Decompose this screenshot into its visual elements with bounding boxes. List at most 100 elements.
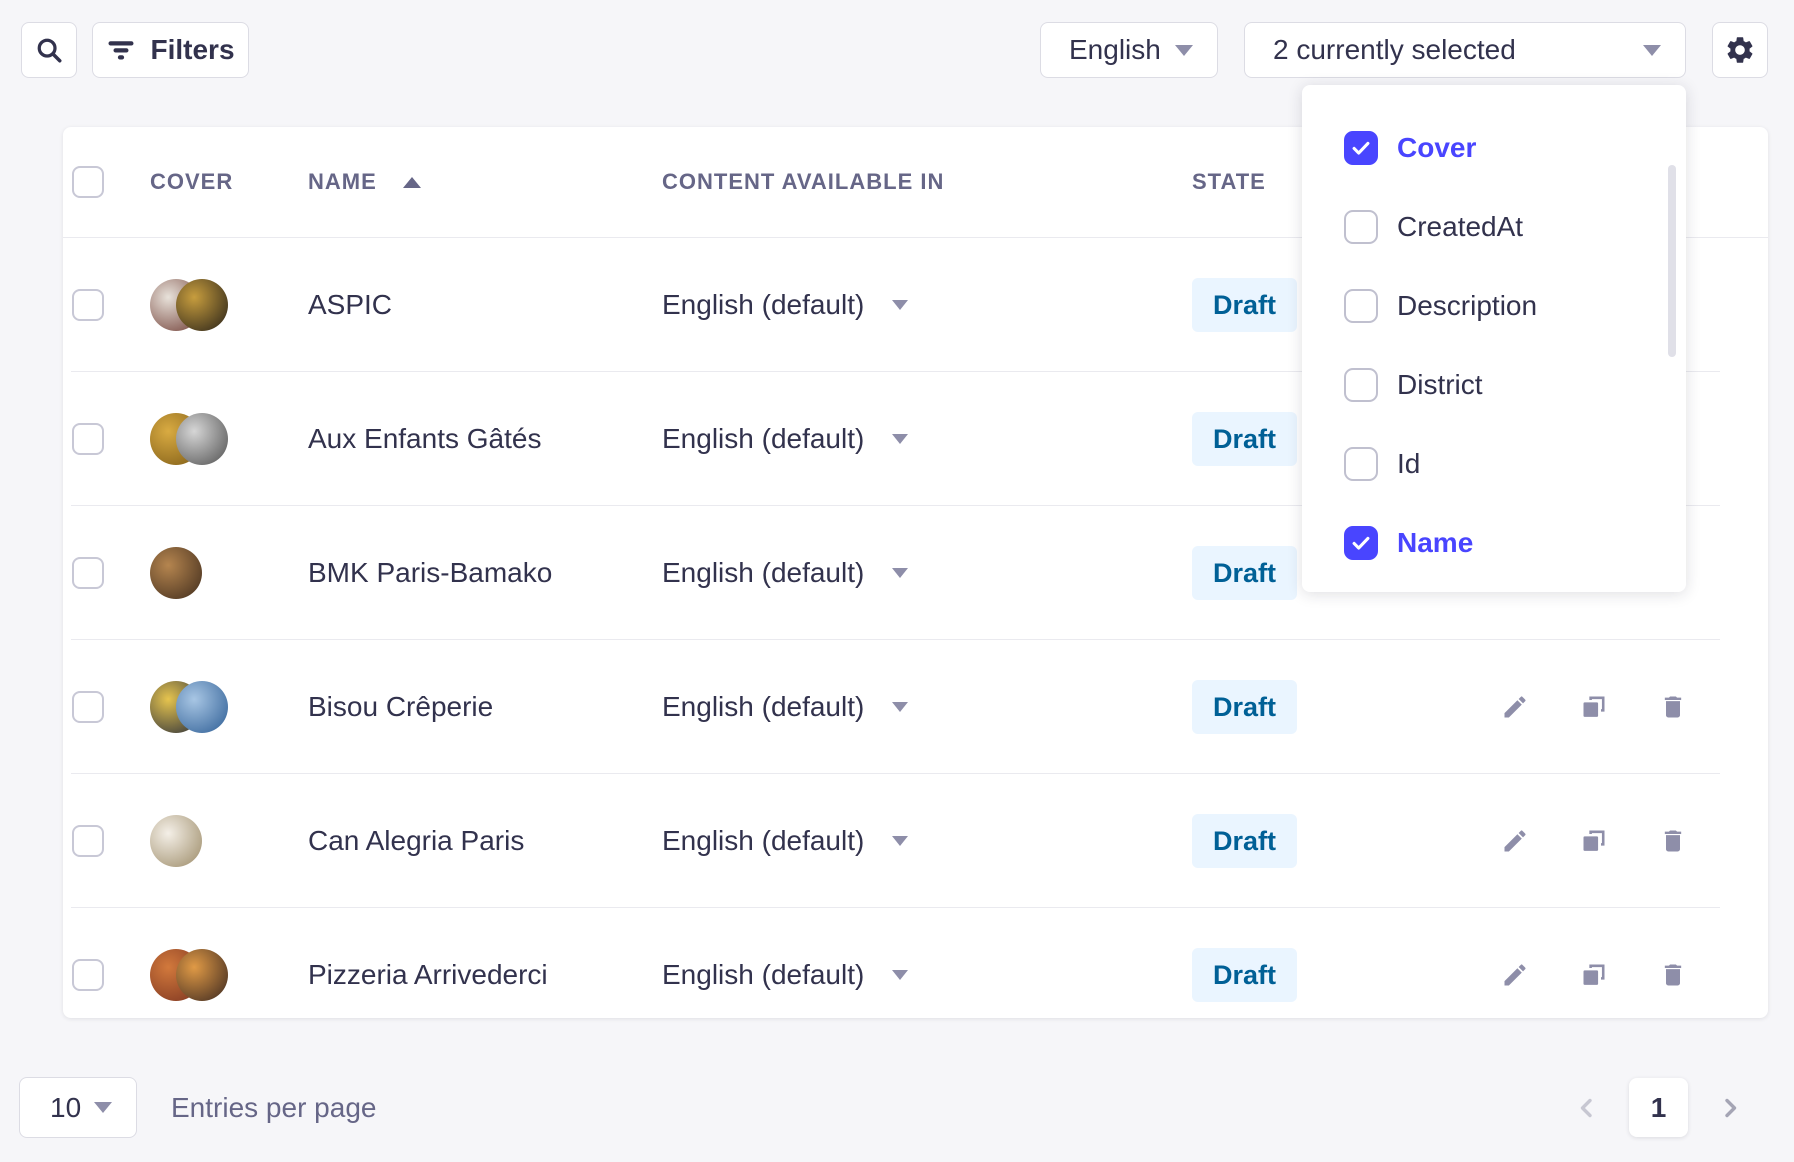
row-checkbox[interactable] xyxy=(72,289,104,321)
column-option-name[interactable]: Name xyxy=(1302,521,1686,565)
cover-avatar xyxy=(176,949,228,1001)
duplicate-icon xyxy=(1580,693,1608,721)
entry-name: BMK Paris-Bamako xyxy=(299,557,653,589)
toolbar: Filters English 2 currently selected xyxy=(0,0,1794,78)
chevron-right-icon xyxy=(1718,1096,1742,1120)
cover-cell xyxy=(141,547,299,599)
column-option-createdat[interactable]: CreatedAt xyxy=(1302,205,1686,249)
locale-cell[interactable]: English (default) xyxy=(653,825,1183,857)
checkbox xyxy=(1344,447,1378,481)
locale-cell[interactable]: English (default) xyxy=(653,959,1183,991)
delete-button[interactable] xyxy=(1658,960,1688,990)
check-icon xyxy=(1350,137,1372,159)
column-option-label: Cover xyxy=(1397,132,1476,164)
search-button[interactable] xyxy=(21,22,77,78)
column-option-label: CreatedAt xyxy=(1397,211,1523,243)
previous-page-button[interactable] xyxy=(1575,1096,1599,1120)
filter-icon xyxy=(106,35,136,65)
chevron-down-icon xyxy=(892,434,908,444)
locale-select-value: English xyxy=(1069,34,1161,66)
row-checkbox[interactable] xyxy=(72,557,104,589)
entry-name: Pizzeria Arrivederci xyxy=(299,959,653,991)
column-option-label: District xyxy=(1397,369,1483,401)
cover-cell xyxy=(141,681,299,733)
cover-cell xyxy=(141,949,299,1001)
column-header-cover: COVER xyxy=(141,169,299,195)
status-badge: Draft xyxy=(1192,412,1297,466)
duplicate-button[interactable] xyxy=(1579,960,1609,990)
status-badge: Draft xyxy=(1192,814,1297,868)
filters-button[interactable]: Filters xyxy=(92,22,249,78)
chevron-down-icon xyxy=(892,970,908,980)
next-page-button[interactable] xyxy=(1718,1096,1742,1120)
locale-cell[interactable]: English (default) xyxy=(653,423,1183,455)
columns-dropdown: Cover CreatedAt Description District Id … xyxy=(1302,85,1686,592)
cover-cell xyxy=(141,815,299,867)
page-size-select[interactable]: 10 xyxy=(19,1077,137,1138)
checkbox xyxy=(1344,526,1378,560)
checkbox xyxy=(1344,289,1378,323)
locale-select[interactable]: English xyxy=(1040,22,1218,78)
column-option-label: Name xyxy=(1397,527,1473,559)
entry-name: ASPIC xyxy=(299,289,653,321)
columns-select[interactable]: 2 currently selected xyxy=(1244,22,1686,78)
locale-cell[interactable]: English (default) xyxy=(653,691,1183,723)
chevron-down-icon xyxy=(1643,45,1661,56)
entry-name: Bisou Crêperie xyxy=(299,691,653,723)
chevron-down-icon xyxy=(1175,45,1193,56)
trash-icon xyxy=(1659,961,1687,989)
column-option-id[interactable]: Id xyxy=(1302,442,1686,486)
page-1-button[interactable]: 1 xyxy=(1629,1078,1688,1137)
cover-avatar xyxy=(176,279,228,331)
table-row: Can Alegria Paris English (default) Draf… xyxy=(63,774,1768,908)
duplicate-button[interactable] xyxy=(1579,826,1609,856)
row-checkbox[interactable] xyxy=(72,959,104,991)
chevron-down-icon xyxy=(892,300,908,310)
column-header-name[interactable]: NAME xyxy=(299,169,653,195)
delete-button[interactable] xyxy=(1658,826,1688,856)
duplicate-button[interactable] xyxy=(1579,692,1609,722)
columns-select-value: 2 currently selected xyxy=(1273,34,1516,66)
edit-button[interactable] xyxy=(1500,692,1530,722)
check-icon xyxy=(1350,532,1372,554)
cover-avatar xyxy=(176,413,228,465)
trash-icon xyxy=(1659,693,1687,721)
row-checkbox[interactable] xyxy=(72,423,104,455)
edit-button[interactable] xyxy=(1500,960,1530,990)
cover-avatar xyxy=(150,815,202,867)
column-header-content: CONTENT AVAILABLE IN xyxy=(653,169,1183,195)
row-actions xyxy=(1491,692,1768,722)
column-option-district[interactable]: District xyxy=(1302,363,1686,407)
cover-avatar xyxy=(176,681,228,733)
page-size-value: 10 xyxy=(50,1092,81,1124)
column-option-description[interactable]: Description xyxy=(1302,284,1686,328)
cover-avatar xyxy=(150,547,202,599)
pencil-icon xyxy=(1501,693,1529,721)
footer: 10 Entries per page 1 xyxy=(0,1077,1794,1138)
locale-cell[interactable]: English (default) xyxy=(653,557,1183,589)
table-row: Pizzeria Arrivederci English (default) D… xyxy=(63,908,1768,1018)
cover-cell xyxy=(141,279,299,331)
delete-button[interactable] xyxy=(1658,692,1688,722)
column-option-label: Description xyxy=(1397,290,1537,322)
locale-cell[interactable]: English (default) xyxy=(653,289,1183,321)
entry-name: Aux Enfants Gâtés xyxy=(299,423,653,455)
table-row: Bisou Crêperie English (default) Draft xyxy=(63,640,1768,774)
row-actions xyxy=(1491,826,1768,856)
select-all-checkbox[interactable] xyxy=(72,166,104,198)
entries-per-page-label: Entries per page xyxy=(171,1077,376,1138)
row-checkbox[interactable] xyxy=(72,825,104,857)
status-badge: Draft xyxy=(1192,278,1297,332)
pagination: 1 xyxy=(1575,1077,1742,1138)
row-checkbox[interactable] xyxy=(72,691,104,723)
chevron-down-icon xyxy=(892,702,908,712)
column-option-label: Id xyxy=(1397,448,1420,480)
duplicate-icon xyxy=(1580,827,1608,855)
edit-button[interactable] xyxy=(1500,826,1530,856)
settings-button[interactable] xyxy=(1712,22,1768,78)
column-option-cover[interactable]: Cover xyxy=(1302,126,1686,170)
chevron-down-icon xyxy=(94,1102,112,1113)
scrollbar-thumb[interactable] xyxy=(1668,165,1676,357)
row-actions xyxy=(1491,960,1768,990)
status-badge: Draft xyxy=(1192,948,1297,1002)
